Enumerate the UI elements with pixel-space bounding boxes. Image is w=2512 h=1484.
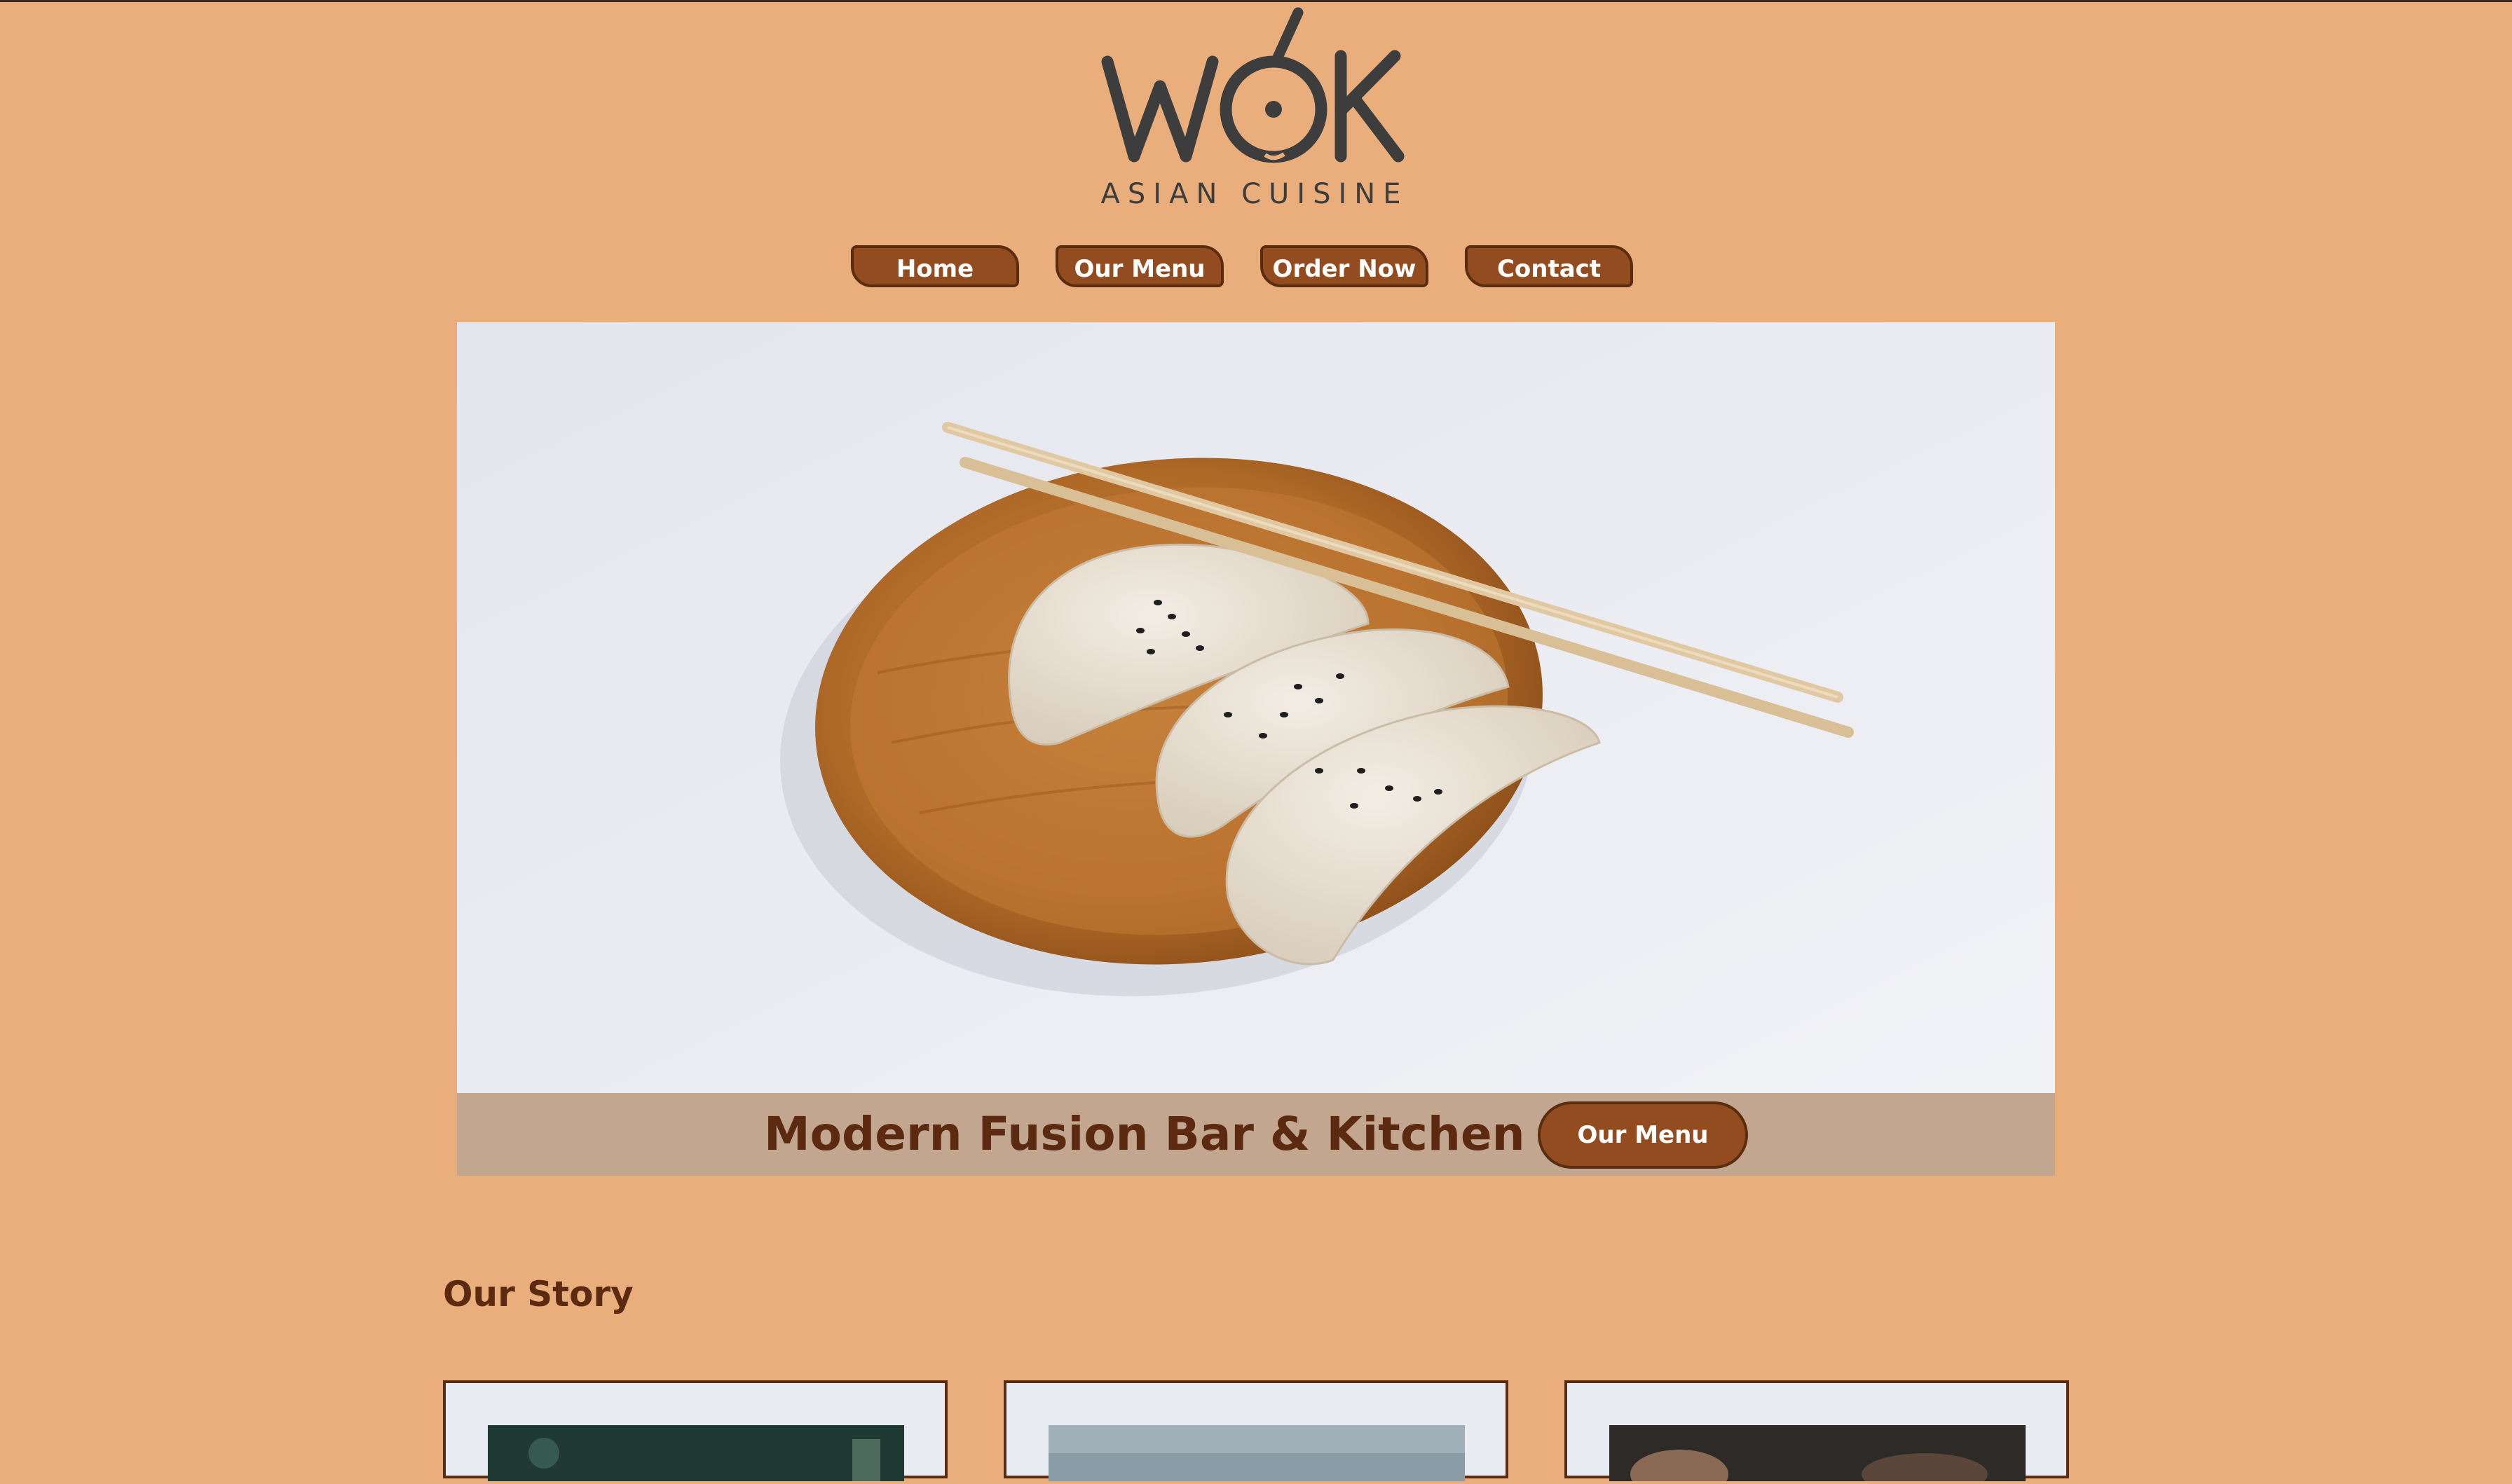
brand-logo[interactable]: ASIAN CUISINE — [1093, 6, 1416, 216]
nav-our-menu-button[interactable]: Our Menu — [1056, 245, 1224, 287]
story-card[interactable] — [443, 1380, 948, 1481]
nav-contact-button[interactable]: Contact — [1465, 245, 1633, 287]
story-card-image — [1609, 1425, 2026, 1484]
nav-order-now-button[interactable]: Order Now — [1260, 245, 1428, 287]
hero-section: Modern Fusion Bar & Kitchen Our Menu — [457, 322, 2055, 1176]
top-border — [0, 0, 2512, 2]
story-heading: Our Story — [443, 1274, 634, 1314]
hero-caption-band: Modern Fusion Bar & Kitchen Our Menu — [457, 1093, 2055, 1176]
wok-logo-mark: ASIAN CUISINE — [1101, 7, 1409, 210]
hero-dumplings-image — [457, 322, 2055, 1093]
hero-our-menu-button[interactable]: Our Menu — [1538, 1101, 1748, 1169]
hero-title: Modern Fusion Bar & Kitchen — [764, 1107, 1525, 1161]
svg-text:ASIAN CUISINE: ASIAN CUISINE — [1101, 178, 1409, 210]
story-card[interactable] — [1004, 1380, 1508, 1481]
story-card-image — [488, 1425, 904, 1481]
main-nav: Home Our Menu Order Now Contact — [851, 245, 1633, 289]
story-card-image — [1049, 1425, 1465, 1481]
nav-home-button[interactable]: Home — [851, 245, 1019, 287]
story-card[interactable] — [1564, 1380, 2069, 1484]
